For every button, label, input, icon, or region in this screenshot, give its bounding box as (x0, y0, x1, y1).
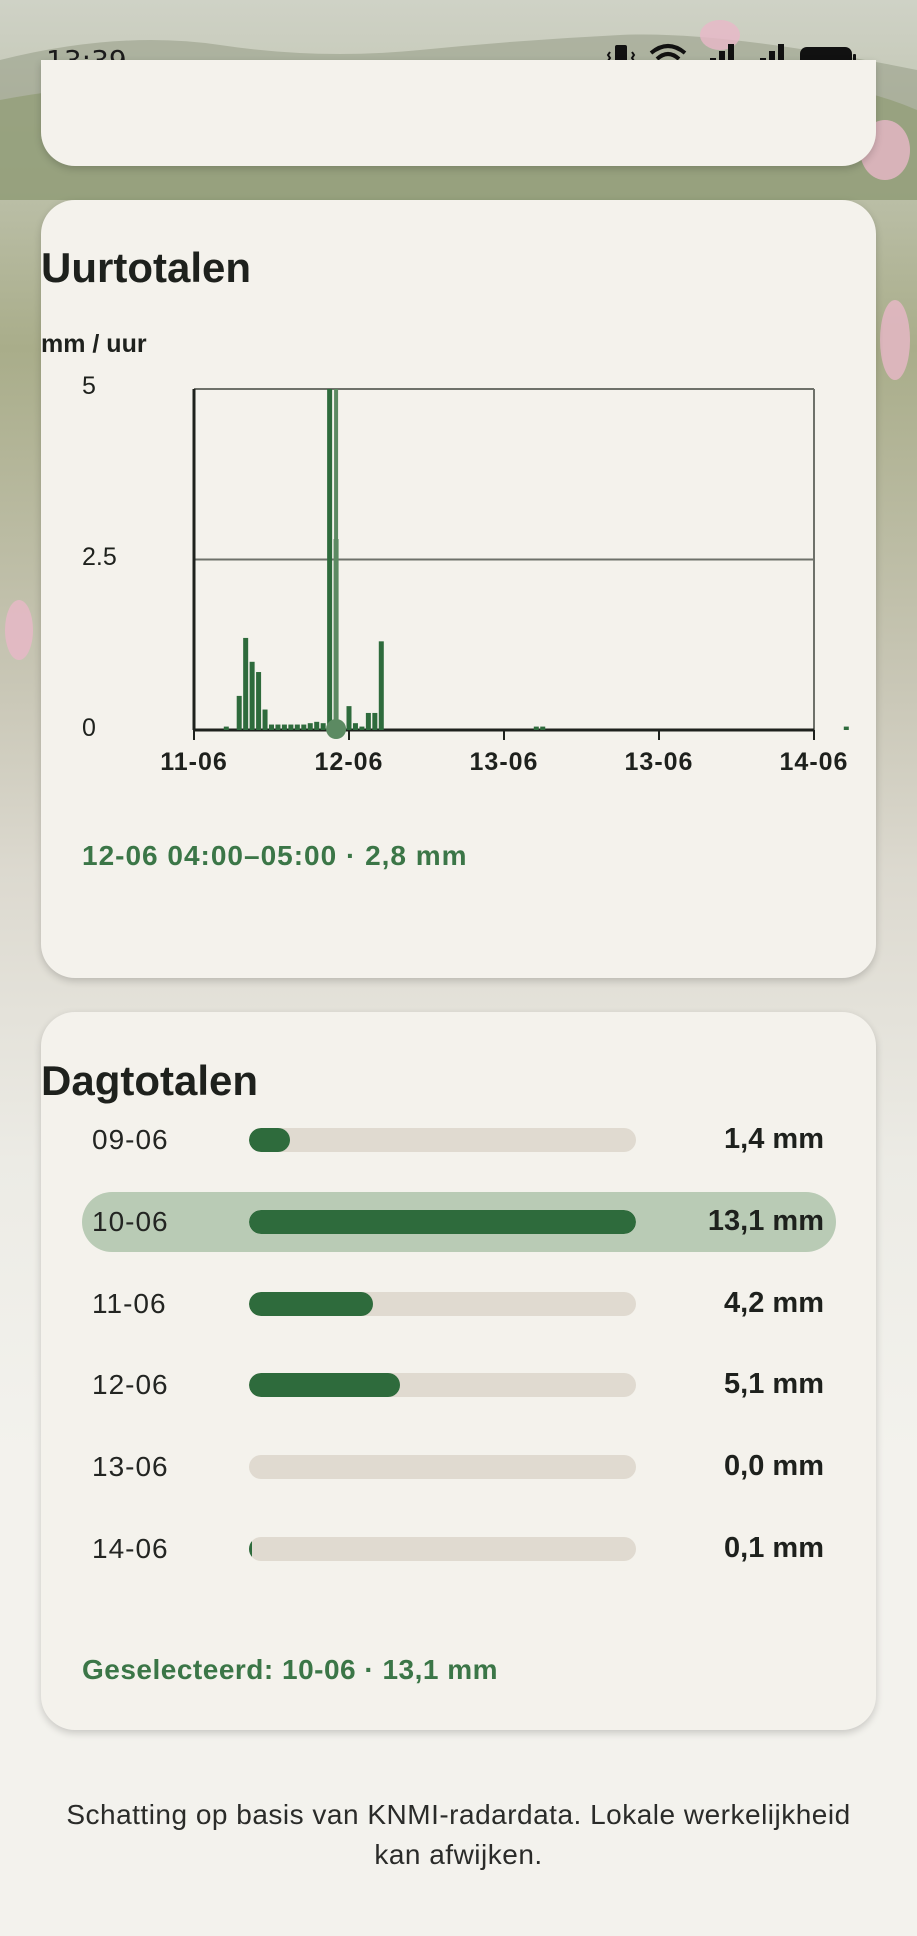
hourly-bar (346, 706, 352, 730)
day-bar-fill (249, 1292, 374, 1316)
hourly-bar (249, 661, 255, 730)
hourly-bar-chart[interactable] (0, 0, 917, 800)
day-amount: 13,1 mm (707, 1205, 824, 1237)
day-amount: 1,4 mm (724, 1123, 824, 1155)
hourly-bar (294, 724, 300, 730)
hourly-bar (243, 637, 249, 730)
hourly-bar (275, 724, 281, 730)
day-amount: 4,2 mm (724, 1287, 824, 1319)
footer-disclaimer: Schatting op basis van KNMI-radardata. L… (66, 1799, 851, 1870)
day-row-14-06[interactable]: 14-06 0,1 mm (82, 1519, 836, 1579)
hourly-bar (288, 724, 294, 730)
hourly-bar (365, 712, 371, 730)
hourly-bar (378, 641, 384, 730)
day-row-13-06[interactable]: 13-06 0,0 mm (82, 1437, 836, 1497)
day-date: 13-06 (92, 1451, 169, 1482)
hourly-bar (223, 726, 229, 730)
daily-totals-title: Dagtotalen (41, 1057, 259, 1104)
x-tick-label: 13-06 (624, 748, 694, 776)
hourly-bar (301, 724, 307, 730)
x-tick-label: 13-06 (469, 748, 539, 776)
day-date: 11-06 (92, 1288, 167, 1319)
day-bar-fill (249, 1128, 291, 1152)
day-bar-track (249, 1537, 636, 1561)
x-tick-label: 14-06 (779, 748, 849, 776)
hourly-bar (533, 726, 539, 730)
hourly-bar (359, 726, 365, 730)
day-amount: 0,0 mm (724, 1450, 824, 1482)
day-date: 12-06 (92, 1369, 169, 1400)
day-date: 14-06 (92, 1533, 169, 1564)
day-amount: 0,1 mm (724, 1532, 824, 1564)
hourly-bar (327, 389, 333, 730)
hourly-bar (320, 723, 326, 730)
day-row-12-06[interactable]: 12-06 5,1 mm (82, 1355, 836, 1415)
selection-marker (326, 719, 347, 739)
day-date: 10-06 (92, 1206, 169, 1237)
day-row-10-06[interactable]: 10-06 13,1 mm (82, 1192, 836, 1252)
day-row-11-06[interactable]: 11-06 4,2 mm (82, 1274, 836, 1334)
day-bar-fill (249, 1373, 400, 1397)
day-bar-fill (249, 1210, 636, 1234)
hourly-bar (256, 672, 262, 730)
hourly-bar (236, 695, 242, 730)
day-bar-track (249, 1210, 636, 1234)
hourly-bar (314, 721, 320, 730)
hourly-bar (352, 723, 358, 730)
day-amount: 5,1 mm (724, 1368, 824, 1400)
day-bar-track (249, 1128, 636, 1152)
selected-day-text: Geselecteerd: 10-06 · 13,1 mm (82, 1654, 499, 1685)
selected-hour-text: 12-06 04:00–05:00 · 2,8 mm (82, 840, 468, 871)
x-tick-label: 12-06 (314, 748, 384, 776)
x-tick-label: 11-06 (160, 748, 228, 776)
day-bar-fill (249, 1537, 252, 1561)
day-bar-track (249, 1292, 636, 1316)
hourly-bar (843, 726, 849, 730)
hourly-bar (269, 724, 274, 730)
hourly-bar (372, 712, 378, 730)
day-bar-track (249, 1455, 636, 1479)
day-row-09-06[interactable]: 09-06 1,4 mm (82, 1110, 836, 1170)
day-date: 09-06 (92, 1124, 169, 1155)
day-bar-track (249, 1373, 636, 1397)
hourly-bar (307, 723, 313, 730)
hourly-bar (262, 709, 268, 730)
hourly-bar (540, 726, 546, 730)
hourly-bar (281, 724, 287, 730)
